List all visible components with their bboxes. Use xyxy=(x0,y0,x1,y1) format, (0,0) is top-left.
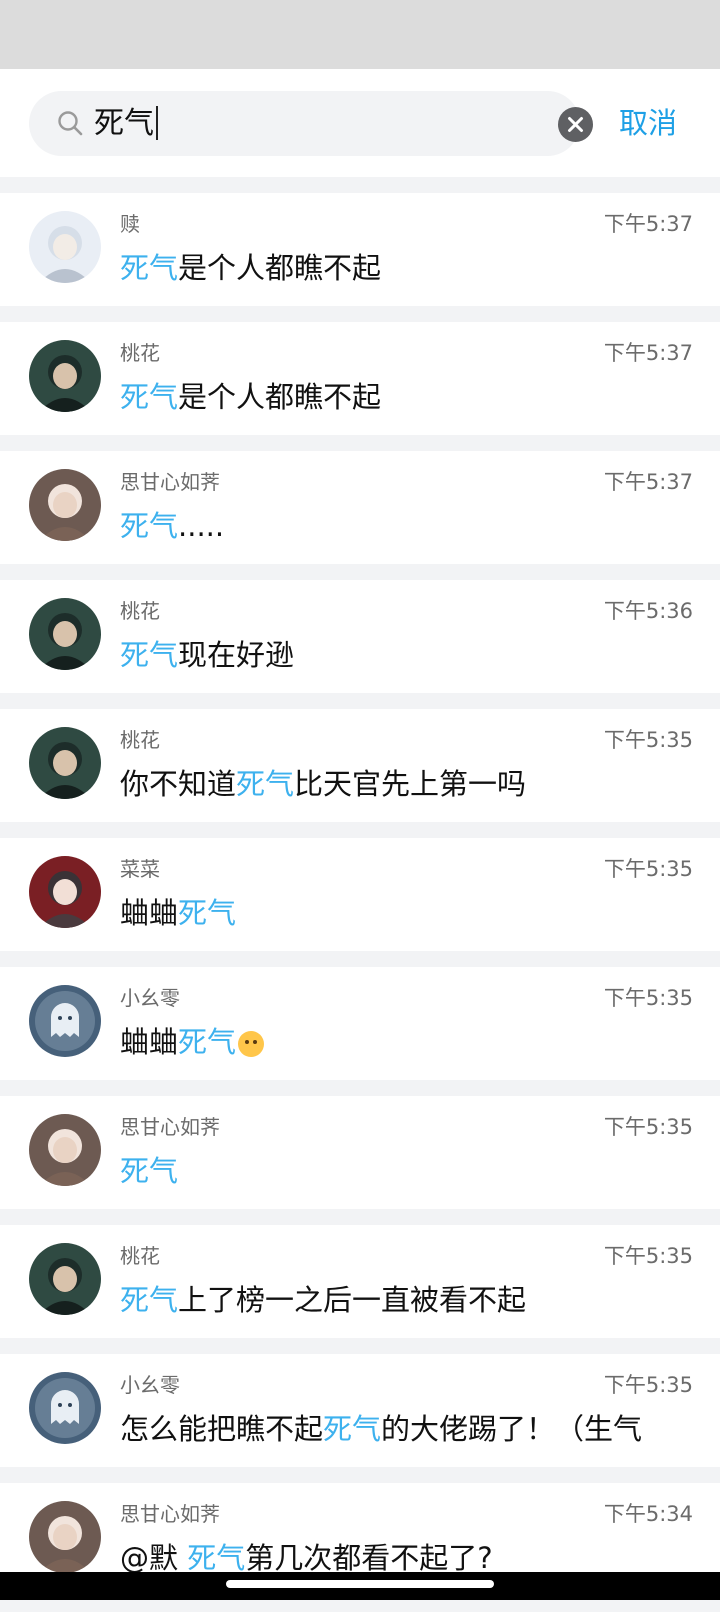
message-text: 怎么能把瞧不起死气的大佬踢了！（生气 xyxy=(120,1409,642,1449)
message-text: 蛐蛐死气 xyxy=(120,893,236,933)
avatar[interactable] xyxy=(29,1501,101,1573)
message-text-segment: 是个人都瞧不起 xyxy=(178,251,382,285)
message-text-segment: 是个人都瞧不起 xyxy=(178,380,382,414)
sender-name: 思甘心如荠 xyxy=(120,470,220,494)
avatar[interactable] xyxy=(29,598,101,670)
message-time: 下午5:35 xyxy=(603,1373,693,1397)
message-text: 死气上了榜一之后一直被看不起 xyxy=(120,1280,526,1320)
avatar[interactable] xyxy=(29,856,101,928)
search-result-item[interactable]: 小幺零 下午5:35 蛐蛐死气 xyxy=(0,967,720,1080)
message-text-segment: 比天官先上第一吗 xyxy=(294,767,527,801)
search-icon xyxy=(58,111,83,136)
sender-name: 赎 xyxy=(120,212,140,236)
avatar[interactable] xyxy=(29,1372,101,1444)
message-text-segment: 现在好逊 xyxy=(178,638,295,672)
message-time: 下午5:35 xyxy=(603,1115,693,1139)
message-text-segment: ..... xyxy=(178,509,225,543)
search-result-list: 赎下午5:37 死气是个人都瞧不起 桃花 下午5:37 死气是个人都瞧不起 思甘心如荠 下午… xyxy=(0,193,720,1612)
message-text-segment: 第几次都看不起了? xyxy=(245,1541,493,1575)
message-time: 下午5:37 xyxy=(603,212,693,236)
message-time: 下午5:34 xyxy=(603,1502,693,1526)
message-text: 蛐蛐死气 xyxy=(120,1022,265,1062)
keyword-highlight: 死气 xyxy=(187,1541,246,1575)
sender-name: 思甘心如荠 xyxy=(120,1115,220,1139)
keyword-highlight: 死气 xyxy=(323,1412,382,1446)
message-text-segment: 怎么能把瞧不起 xyxy=(120,1412,324,1446)
keyword-highlight: 死气 xyxy=(120,1283,179,1317)
sender-name: 桃花 xyxy=(120,599,160,623)
message-text: 死气是个人都瞧不起 xyxy=(120,248,381,288)
message-time: 下午5:35 xyxy=(603,857,693,881)
message-text-segment: 你不知道 xyxy=(120,767,237,801)
message-text-segment: 蛐蛐 xyxy=(120,1025,179,1059)
avatar[interactable] xyxy=(29,1243,101,1315)
message-text-segment: 蛐蛐 xyxy=(120,896,179,930)
message-time: 下午5:35 xyxy=(603,1244,693,1268)
message-text-segment: 的大佬踢了！（生气 xyxy=(381,1412,643,1446)
search-result-item[interactable]: 桃花 下午5:35 死气上了榜一之后一直被看不起 xyxy=(0,1225,720,1338)
message-time: 下午5:37 xyxy=(603,341,693,365)
search-result-item[interactable]: 桃花 下午5:36 死气现在好逊 xyxy=(0,580,720,693)
keyword-highlight: 死气 xyxy=(178,1025,237,1059)
status-bar xyxy=(0,0,720,69)
keyword-highlight: 死气 xyxy=(120,380,179,414)
sender-name: 桃花 xyxy=(120,728,160,752)
sender-name: 小幺零 xyxy=(120,1373,180,1397)
home-indicator[interactable] xyxy=(226,1580,494,1588)
message-time: 下午5:35 xyxy=(603,728,693,752)
search-header: 死气 取消 xyxy=(0,69,720,177)
message-time: 下午5:35 xyxy=(603,986,693,1010)
avatar[interactable] xyxy=(29,211,101,283)
text-caret xyxy=(156,105,158,140)
search-result-item[interactable]: 赎 下午5:37 死气是个人都瞧不起 xyxy=(0,193,720,306)
search-result-item[interactable]: 思甘心如荠 下午5:35 死气 xyxy=(0,1096,720,1209)
sender-name: 思甘心如荠 xyxy=(120,1502,220,1526)
message-text: 死气 xyxy=(120,1151,178,1191)
avatar[interactable] xyxy=(29,1114,101,1186)
keyword-highlight: 死气 xyxy=(120,638,179,672)
message-text: 你不知道死气比天官先上第一吗 xyxy=(120,764,526,804)
avatar[interactable] xyxy=(29,340,101,412)
search-result-item[interactable]: 桃花 下午5:35 你不知道死气比天官先上第一吗 xyxy=(0,709,720,822)
navigation-bar xyxy=(0,1572,720,1600)
sender-name: 桃花 xyxy=(120,341,160,365)
message-time: 下午5:36 xyxy=(603,599,693,623)
avatar[interactable] xyxy=(29,469,101,541)
emoji-icon xyxy=(238,1031,265,1057)
keyword-highlight: 死气 xyxy=(236,767,295,801)
sender-name: 菜菜 xyxy=(120,857,160,881)
search-query: 死气 xyxy=(94,91,158,156)
search-input[interactable]: 死气 xyxy=(29,91,593,156)
avatar[interactable] xyxy=(29,727,101,799)
message-text: 死气..... xyxy=(120,506,224,546)
cancel-button[interactable]: 取消 xyxy=(619,69,677,177)
search-result-item[interactable]: 桃花 下午5:37 死气是个人都瞧不起 xyxy=(0,322,720,435)
message-time: 下午5:37 xyxy=(603,470,693,494)
keyword-highlight: 死气 xyxy=(178,896,237,930)
message-text: 死气是个人都瞧不起 xyxy=(120,377,381,417)
keyword-highlight: 死气 xyxy=(120,509,179,543)
avatar[interactable] xyxy=(29,985,101,1057)
keyword-highlight: 死气 xyxy=(120,251,179,285)
message-text-segment: @默 xyxy=(120,1541,188,1575)
close-icon xyxy=(568,117,583,132)
search-result-item[interactable]: 菜菜 下午5:35 蛐蛐死气 xyxy=(0,838,720,951)
message-text-segment: 上了榜一之后一直被看不起 xyxy=(178,1283,527,1317)
keyword-highlight: 死气 xyxy=(120,1154,179,1188)
clear-search-button[interactable] xyxy=(558,107,593,142)
search-result-item[interactable]: 小幺零 下午5:35 怎么能把瞧不起死气的大佬踢了！（生气 xyxy=(0,1354,720,1467)
message-text: 死气现在好逊 xyxy=(120,635,294,675)
search-result-item[interactable]: 思甘心如荠 下午5:37 死气..... xyxy=(0,451,720,564)
sender-name: 小幺零 xyxy=(120,986,180,1010)
sender-name: 桃花 xyxy=(120,1244,160,1268)
